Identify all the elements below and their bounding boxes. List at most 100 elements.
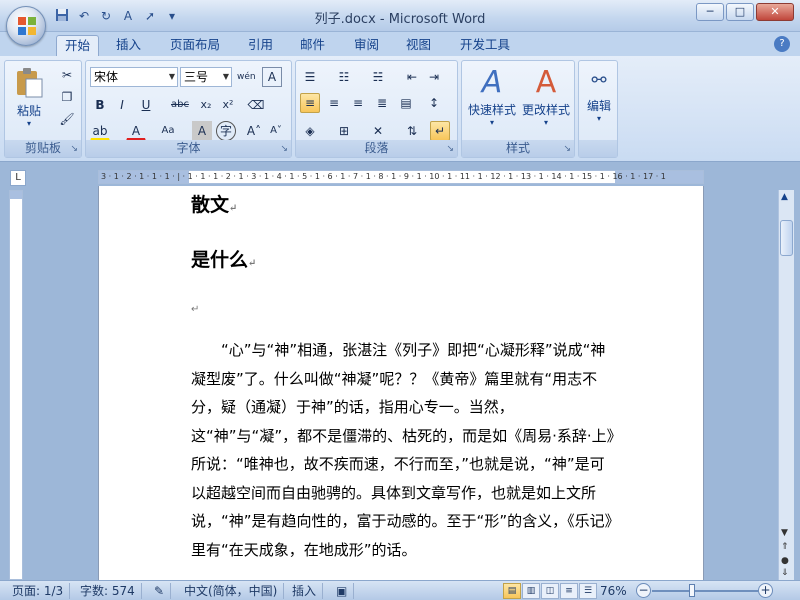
proofing-icon[interactable]: ✎ xyxy=(148,583,172,599)
previous-page-icon[interactable]: ⇑ xyxy=(781,542,789,552)
tab-review[interactable]: 审阅 xyxy=(346,35,387,56)
tab-mailings[interactable]: 邮件 xyxy=(292,35,333,56)
styles-dialog-launcher-icon[interactable]: ↘ xyxy=(563,144,571,154)
font-color-icon[interactable]: A xyxy=(126,121,146,141)
sort-icon[interactable]: ⇅ xyxy=(402,121,422,141)
scroll-up-icon[interactable]: ▲ xyxy=(781,192,788,202)
document-page[interactable]: 散文↵ 是什么↵ ↵ “心”与“神”相通，张湛注《列子》即把“心凝形释”说成“神… xyxy=(98,186,704,580)
ribbon: 粘贴 ▾ ✂ ❐ 🖌 剪贴板 ↘ 宋体 ▼ 三号 ▼ wén A B I U abc… xyxy=(0,56,800,162)
enclose-char-icon[interactable]: 字 xyxy=(216,121,236,141)
editing-button[interactable]: ⚯ 编辑 ▾ xyxy=(581,65,617,123)
scroll-thumb[interactable] xyxy=(780,220,793,256)
ruler-ticks: 3 · 1 · 2 · 1 · 1 · 1 · | · 1 · 1 · 1 · … xyxy=(101,172,666,181)
maximize-button[interactable]: □ xyxy=(726,3,754,21)
editing-group-label xyxy=(579,140,617,157)
help-icon[interactable]: ? xyxy=(774,36,790,52)
editing-group: ⚯ 编辑 ▾ xyxy=(578,60,618,158)
tab-developer[interactable]: 开发工具 xyxy=(452,35,518,56)
align-center-icon[interactable]: ≡ xyxy=(324,93,344,113)
clear-format-icon[interactable]: ⌫ xyxy=(246,95,266,115)
bullets-icon[interactable]: ☰ xyxy=(300,67,320,87)
language-indicator[interactable]: 中文(简体，中国) xyxy=(178,583,285,599)
binoculars-icon: ⚯ xyxy=(591,70,607,91)
underline-icon[interactable]: U xyxy=(136,95,156,115)
browse-object-icon[interactable]: ● xyxy=(781,556,789,566)
strikethrough-icon[interactable]: abc xyxy=(170,95,190,115)
office-button[interactable] xyxy=(6,6,46,46)
change-styles-button[interactable]: A 更改样式 ▾ xyxy=(520,65,572,127)
grow-font-icon[interactable]: A˄ xyxy=(244,121,264,141)
numbering-icon[interactable]: ☷ xyxy=(334,67,354,87)
show-marks-icon[interactable]: ↵ xyxy=(430,121,450,141)
distributed-icon[interactable]: ▤ xyxy=(396,93,416,113)
outline-icon[interactable]: ≡ xyxy=(560,583,578,599)
borders-icon[interactable]: ⊞ xyxy=(334,121,354,141)
macro-record-icon[interactable]: ▣ xyxy=(330,583,355,599)
italic-icon[interactable]: I xyxy=(112,95,132,115)
align-left-icon[interactable]: ≡ xyxy=(300,93,320,113)
subscript-icon[interactable]: x₂ xyxy=(196,95,216,115)
styles-group-label: 样式 xyxy=(462,140,574,157)
bold-icon[interactable]: B xyxy=(90,95,110,115)
styles-group: A 快速样式 ▾ A 更改样式 ▾ 样式 ↘ xyxy=(461,60,575,158)
zoom-slider-thumb[interactable] xyxy=(689,584,695,597)
font-group: 宋体 ▼ 三号 ▼ wén A B I U abc x₂ x² ⌫ ab A Aa … xyxy=(85,60,292,158)
scroll-down-icon[interactable]: ▼ xyxy=(781,528,788,538)
font-group-label: 字体 xyxy=(86,140,291,157)
tab-home[interactable]: 开始 xyxy=(56,35,100,56)
align-right-icon[interactable]: ≡ xyxy=(348,93,368,113)
shrink-font-icon[interactable]: A˅ xyxy=(266,121,286,141)
web-layout-icon[interactable]: ◫ xyxy=(541,583,559,599)
zoom-slider[interactable] xyxy=(652,590,758,592)
paste-button[interactable]: 粘贴 ▾ xyxy=(11,67,47,128)
wen-phonetic-icon[interactable]: wén xyxy=(236,67,256,87)
tab-insert[interactable]: 插入 xyxy=(108,35,149,56)
tab-selector[interactable]: L xyxy=(10,170,26,186)
highlight-icon[interactable]: ab xyxy=(90,121,110,141)
superscript-icon[interactable]: x² xyxy=(218,95,238,115)
line-spacing-icon[interactable]: ↕ xyxy=(424,93,444,113)
multilevel-list-icon[interactable]: ☵ xyxy=(368,67,388,87)
copy-icon[interactable]: ❐ xyxy=(57,87,77,107)
insert-mode[interactable]: 插入 xyxy=(286,583,324,599)
dialog-launcher-icon[interactable]: ↘ xyxy=(70,144,78,154)
shading-icon[interactable]: ◈ xyxy=(300,121,320,141)
char-shading-icon[interactable]: A xyxy=(192,121,212,141)
empty-paragraph-mark: ↵ xyxy=(191,304,200,315)
close-button[interactable]: ✕ xyxy=(756,3,794,21)
heading-what-is: 是什么↵ xyxy=(191,249,257,271)
minimize-button[interactable]: ─ xyxy=(696,3,724,21)
title-bar: ↶ ↻ A ➚ ▾ 列子.docx - Microsoft Word ─ □ ✕ xyxy=(0,0,800,32)
tab-page-layout[interactable]: 页面布局 xyxy=(162,35,228,56)
zoom-in-button[interactable]: + xyxy=(758,583,773,598)
justify-icon[interactable]: ≣ xyxy=(372,93,392,113)
decrease-indent-icon[interactable]: ⇤ xyxy=(402,67,422,87)
zoom-level[interactable]: 76% xyxy=(600,583,627,599)
word-count[interactable]: 字数: 574 xyxy=(74,583,142,599)
full-screen-reading-icon[interactable]: ▥ xyxy=(522,583,540,599)
paste-label: 粘贴 xyxy=(16,104,41,118)
paragraph-dialog-launcher-icon[interactable]: ↘ xyxy=(446,144,454,154)
change-case-icon[interactable]: Aa xyxy=(158,121,178,141)
next-page-icon[interactable]: ⇓ xyxy=(781,568,789,578)
tab-references[interactable]: 引用 xyxy=(240,35,281,56)
quick-styles-button[interactable]: A 快速样式 ▾ xyxy=(466,65,518,127)
tab-view[interactable]: 视图 xyxy=(398,35,439,56)
print-layout-icon[interactable]: ▤ xyxy=(503,583,521,599)
clipboard-group: 粘贴 ▾ ✂ ❐ 🖌 剪贴板 ↘ xyxy=(4,60,82,158)
format-painter-brush-icon[interactable]: 🖌 xyxy=(57,109,77,129)
chinese-layout-icon[interactable]: ✕ xyxy=(368,121,388,141)
status-bar: 页面: 1/3 字数: 574 ✎ 中文(简体，中国) 插入 ▣ ▤ ▥ ◫ ≡… xyxy=(0,580,800,600)
page-indicator[interactable]: 页面: 1/3 xyxy=(6,583,71,599)
horizontal-ruler[interactable]: 3 · 1 · 2 · 1 · 1 · 1 · | · 1 · 1 · 1 · … xyxy=(98,170,704,184)
vertical-ruler[interactable] xyxy=(9,190,23,580)
increase-indent-icon[interactable]: ⇥ xyxy=(424,67,444,87)
cut-icon[interactable]: ✂ xyxy=(57,65,77,85)
zoom-out-button[interactable]: − xyxy=(636,583,651,598)
font-size-combo[interactable]: 三号 ▼ xyxy=(180,67,232,87)
draft-icon[interactable]: ☰ xyxy=(579,583,597,599)
font-dialog-launcher-icon[interactable]: ↘ xyxy=(280,144,288,154)
font-name-combo[interactable]: 宋体 ▼ xyxy=(90,67,178,87)
char-border-icon[interactable]: A xyxy=(262,67,282,87)
vertical-scrollbar[interactable]: ▲ ▼ ⇑ ● ⇓ xyxy=(778,190,794,580)
